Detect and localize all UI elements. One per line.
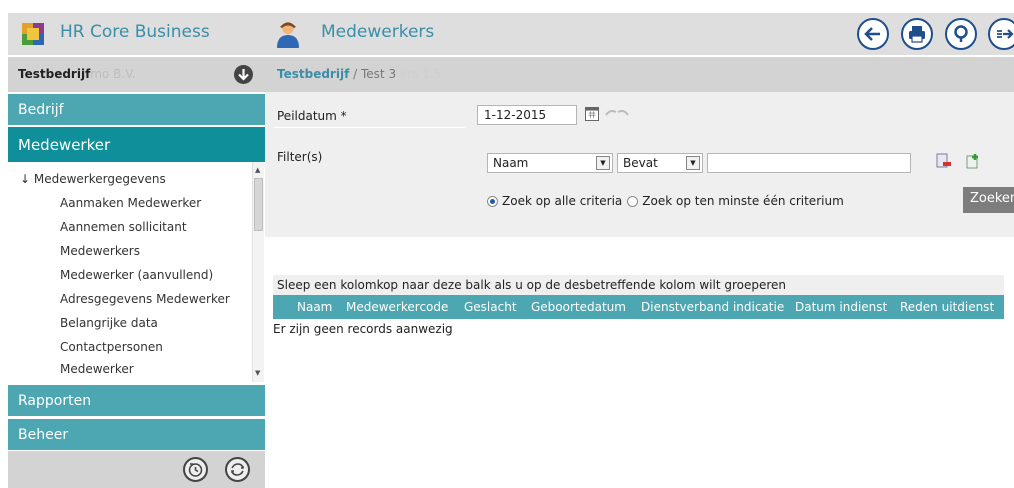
logout-icon xyxy=(997,29,1014,39)
column-geslacht[interactable]: Geslacht xyxy=(464,300,517,314)
breadcrumb: Testbedrijf / Test 3 ers 1.5 xyxy=(277,67,441,81)
submenu-item[interactable]: Medewerker (aanvullend) xyxy=(60,268,213,282)
group-by-bar[interactable]: Sleep een kolomkop naar deze balk als u … xyxy=(273,275,1004,295)
filter-value-input[interactable] xyxy=(707,153,911,173)
company-switch-button[interactable] xyxy=(234,65,253,84)
back-button[interactable] xyxy=(857,18,889,50)
clear-date-icon[interactable] xyxy=(604,107,630,121)
column-dienstverband[interactable]: Dienstverband indicatie xyxy=(641,300,784,314)
nav-medewerker-label: Medewerker xyxy=(18,135,111,154)
dropdown-arrow-icon[interactable]: ▼ xyxy=(686,156,700,170)
app-logo-icon xyxy=(22,23,44,45)
page-title: Medewerkers xyxy=(321,22,435,42)
peildatum-label: Peildatum * xyxy=(277,109,347,123)
breadcrumb-company[interactable]: Testbedrijf xyxy=(277,67,349,81)
refresh-icon xyxy=(231,463,244,476)
column-geboortedatum[interactable]: Geboortedatum xyxy=(531,300,626,314)
refresh-button[interactable] xyxy=(225,457,250,482)
breadcrumb-bar: Testbedrijf / Test 3 ers 1.5 xyxy=(265,57,1014,92)
submenu-item[interactable]: Aannemen sollicitant xyxy=(60,220,187,234)
submenu-scrollbar[interactable]: ▲ ▼ xyxy=(252,162,264,382)
sidebar: Testbedrijfmo B.V. Bedrijf Medewerker ↓ … xyxy=(8,57,265,488)
filter-operator-value: Bevat xyxy=(623,156,658,170)
print-icon xyxy=(909,26,925,43)
submenu-item[interactable]: Medewerker xyxy=(60,362,134,376)
nav-beheer-label: Beheer xyxy=(18,426,69,443)
nav-rapporten[interactable]: Rapporten xyxy=(8,385,265,416)
sidebar-footer xyxy=(8,451,265,488)
help-button[interactable] xyxy=(945,18,977,50)
filter-operator-select[interactable]: Bevat ▼ xyxy=(617,153,703,173)
company-name: Testbedrijfmo B.V. xyxy=(18,67,136,81)
submenu-item[interactable]: Aanmaken Medewerker xyxy=(60,196,201,210)
company-bar: Testbedrijfmo B.V. xyxy=(8,57,265,92)
radio-all-criteria[interactable] xyxy=(487,195,498,207)
company-name-faded: mo B.V. xyxy=(90,67,136,81)
nav-beheer[interactable]: Beheer xyxy=(8,419,265,450)
submenu-item[interactable]: Contactpersonen xyxy=(60,340,163,354)
peildatum-input[interactable]: 1-12-2015 xyxy=(477,105,577,125)
scroll-thumb[interactable] xyxy=(254,178,263,231)
scroll-down-icon[interactable]: ▼ xyxy=(255,369,260,377)
submenu-item[interactable]: Adresgegevens Medewerker xyxy=(60,292,230,306)
help-icon xyxy=(954,25,968,42)
grid-header: Naam Medewerkercode Geslacht Geboortedat… xyxy=(273,295,1004,319)
remove-filter-icon[interactable] xyxy=(935,153,951,169)
nav-medewerker[interactable]: Medewerker xyxy=(8,127,265,162)
scroll-up-icon[interactable]: ▲ xyxy=(255,166,260,174)
search-button[interactable]: Zoeken xyxy=(963,187,1014,213)
filter-field-value: Naam xyxy=(493,156,529,170)
add-filter-icon[interactable] xyxy=(965,153,981,169)
peildatum-underline xyxy=(273,127,465,128)
main-content: Testbedrijf / Test 3 ers 1.5 Peildatum *… xyxy=(265,57,1014,488)
dropdown-arrow-icon[interactable]: ▼ xyxy=(596,156,610,170)
filters-label: Filter(s) xyxy=(277,150,323,164)
submenu-group-medewerkergegevens[interactable]: ↓ Medewerkergegevens xyxy=(20,172,166,186)
column-reden-uitdienst[interactable]: Reden uitdienst xyxy=(900,300,994,314)
app-window: HR Core Business Medewerkers Testbedrijf… xyxy=(0,0,1014,488)
column-medewerkercode[interactable]: Medewerkercode xyxy=(346,300,448,314)
breadcrumb-current: Test 3 xyxy=(361,67,397,81)
submenu-item[interactable]: Belangrijke data xyxy=(60,316,158,330)
column-naam[interactable]: Naam xyxy=(297,300,332,314)
employee-icon xyxy=(277,22,299,48)
submenu-panel: ↓ Medewerkergegevens Aanmaken Medewerker… xyxy=(8,162,265,382)
breadcrumb-separator: / xyxy=(353,67,358,81)
logout-button[interactable] xyxy=(988,18,1014,50)
radio-any-label[interactable]: Zoek op ten minste één criterium xyxy=(642,194,843,208)
search-mode-group: Zoek op alle criteria Zoek op ten minste… xyxy=(487,194,844,208)
submenu-item[interactable]: Medewerkers xyxy=(60,244,140,258)
nav-bedrijf[interactable]: Bedrijf xyxy=(8,94,265,125)
app-title: HR Core Business xyxy=(60,22,210,42)
empty-grid-message: Er zijn geen records aanwezig xyxy=(273,322,453,336)
history-button[interactable] xyxy=(183,457,208,482)
company-name-text: Testbedrijf xyxy=(18,67,91,81)
nav-bedrijf-label: Bedrijf xyxy=(18,101,64,118)
back-icon xyxy=(864,27,880,41)
arrow-down-icon xyxy=(238,69,249,81)
radio-any-criterion[interactable] xyxy=(627,195,639,207)
column-datum-indienst[interactable]: Datum indienst xyxy=(795,300,887,314)
filter-field-select[interactable]: Naam ▼ xyxy=(487,153,613,173)
print-button[interactable] xyxy=(901,18,933,50)
nav-rapporten-label: Rapporten xyxy=(18,392,92,409)
calendar-icon[interactable] xyxy=(585,107,599,121)
history-icon xyxy=(188,463,203,477)
top-header: HR Core Business Medewerkers xyxy=(8,13,1014,55)
filter-panel: Peildatum * 1-12-2015 Filter(s) Naam ▼ B… xyxy=(265,92,1014,237)
radio-all-label[interactable]: Zoek op alle criteria xyxy=(502,194,622,208)
breadcrumb-faded: ers 1.5 xyxy=(399,67,442,81)
